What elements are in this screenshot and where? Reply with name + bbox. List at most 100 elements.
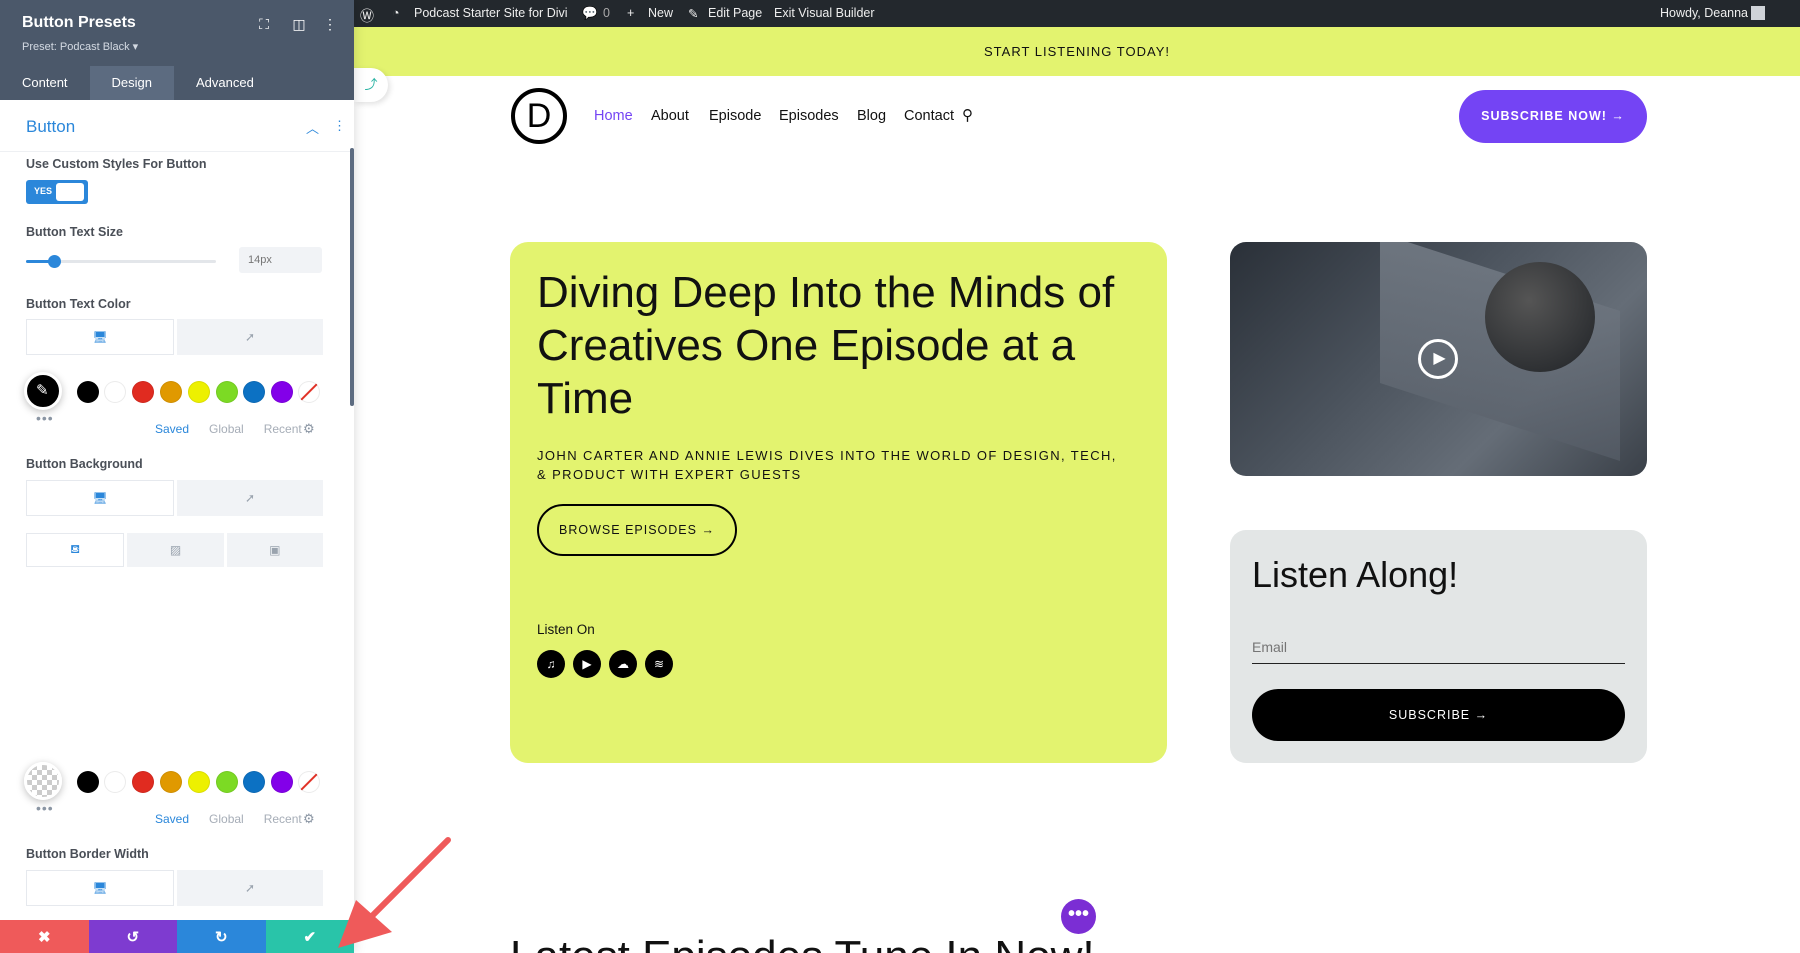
comment-count[interactable]: 0 [603,6,610,20]
toggle-label: YES [34,186,53,196]
subscribe-button[interactable]: SUBSCRIBE → [1252,689,1625,741]
listen-on-label: Listen On [537,622,595,637]
site-name-link[interactable]: Podcast Starter Site for Divi [414,6,568,20]
hero-title: Diving Deep Into the Minds of Creatives … [537,268,1115,423]
color-tabs: Saved Global Recent [155,812,302,826]
chevron-up-icon[interactable]: ︿ [306,118,319,137]
panel-header: Button Presets Preset: Podcast Black ▾ ⛶… [0,0,354,100]
custom-styles-label: Use Custom Styles For Button [26,157,207,171]
spotify-icon[interactable]: ≋ [645,650,673,678]
custom-styles-toggle[interactable]: YES [26,180,88,204]
avatar[interactable] [1751,6,1765,20]
nav-home[interactable]: Home [594,108,633,124]
swatch-purple[interactable] [271,771,293,793]
undo-icon[interactable]: ↺ [88,920,177,953]
search-icon[interactable]: ⚲ [962,106,973,124]
swatch-orange[interactable] [160,381,182,403]
text-size-slider[interactable] [26,255,216,268]
comments-icon[interactable]: 💬 [582,6,598,21]
nav-contact[interactable]: Contact [904,108,954,124]
color-tab-global[interactable]: Global [209,812,244,826]
more-swatches-icon[interactable]: ••• [36,410,54,426]
tab-design[interactable]: Design [89,66,175,100]
no-color-icon[interactable] [298,771,320,793]
plus-icon: + [627,6,635,20]
desktop-icon[interactable]: 🖥 [26,319,174,355]
nav-episodes[interactable]: Episodes [779,108,839,124]
split-view-icon[interactable]: ◫ [291,16,307,32]
swatch-blue[interactable] [243,771,265,793]
gear-icon[interactable]: ⚙ [303,421,315,437]
swatch-blue[interactable] [243,381,265,403]
desktop-icon[interactable]: 🖥 [26,870,174,906]
browse-episodes-button[interactable]: BROWSE EPISODES → [537,504,737,556]
swatch-orange[interactable] [160,771,182,793]
panel-scrollbar[interactable] [350,148,354,406]
panel-title: Button Presets [22,14,136,31]
swatch-black[interactable] [77,381,99,403]
transparent-color-picker[interactable] [24,762,62,800]
tab-advanced[interactable]: Advanced [174,66,276,100]
builder-menu-icon[interactable]: ••• [1061,899,1096,934]
color-tab-recent[interactable]: Recent [264,422,302,436]
more-swatches-icon[interactable]: ••• [36,800,54,816]
no-color-icon[interactable] [298,381,320,403]
slider-handle[interactable] [48,255,61,268]
background-type-bar: ⛾ ▨ ▣ [26,533,323,567]
hero-subtitle: JOHN CARTER AND ANNIE LEWIS DIVES INTO T… [537,448,1117,482]
redo-icon[interactable]: ↻ [177,920,266,953]
wordpress-logo-icon[interactable]: Ⓦ [360,6,374,26]
swatch-white[interactable] [104,381,126,403]
text-size-label: Button Text Size [26,225,123,239]
swatch-green[interactable] [216,771,238,793]
more-options-icon[interactable]: ⋮ [322,16,338,32]
settings-panel: Button Presets Preset: Podcast Black ▾ ⛶… [0,0,354,953]
exit-builder-link[interactable]: Exit Visual Builder [774,6,875,20]
collapse-panel-icon[interactable]: ⤴ [354,68,388,102]
swatch-white[interactable] [104,771,126,793]
color-tab-global[interactable]: Global [209,422,244,436]
hover-cursor-icon[interactable]: ➚ [177,480,323,516]
soundcloud-icon[interactable]: ☁ [609,650,637,678]
play-icon[interactable]: ▶ [1418,339,1458,379]
color-tab-saved[interactable]: Saved [155,812,189,826]
color-tab-saved[interactable]: Saved [155,422,189,436]
subscribe-now-button[interactable]: SUBSCRIBE NOW! → [1459,90,1647,143]
fullscreen-icon[interactable]: ⛶ [256,16,272,32]
preset-dropdown[interactable]: Preset: Podcast Black ▾ [22,40,138,53]
color-tab-recent[interactable]: Recent [264,812,302,826]
image-icon[interactable]: ▣ [226,533,323,567]
close-icon[interactable]: ✖ [0,920,89,953]
desktop-icon[interactable]: 🖥 [26,480,174,516]
nav-episode[interactable]: Episode [709,108,761,124]
howdy-user[interactable]: Howdy, Deanna [1660,6,1748,20]
swatch-purple[interactable] [271,381,293,403]
nav-about[interactable]: About [651,108,689,124]
section-more-icon[interactable]: ⋮ [333,118,346,134]
hover-cursor-icon[interactable]: ➚ [177,319,323,355]
new-link[interactable]: New [648,6,673,20]
email-field[interactable] [1252,630,1625,664]
gear-icon[interactable]: ⚙ [303,811,315,827]
gradient-icon[interactable]: ▨ [127,533,224,567]
video-player[interactable]: ▶ [1230,242,1647,476]
swatch-green[interactable] [216,381,238,403]
button-section-header[interactable]: Button ︿ ⋮ [0,100,354,152]
save-icon[interactable]: ✔ [265,920,354,953]
eyedropper-icon[interactable]: ✎ [24,372,62,410]
swatch-yellow[interactable] [188,771,210,793]
hover-cursor-icon[interactable]: ➚ [177,870,323,906]
music-icon[interactable]: ♫ [537,650,565,678]
swatch-yellow[interactable] [188,381,210,403]
swatch-black[interactable] [77,771,99,793]
nav-blog[interactable]: Blog [857,108,886,124]
tab-content[interactable]: Content [0,66,90,100]
swatch-red[interactable] [132,381,154,403]
paint-bucket-icon[interactable]: ⛾ [26,533,125,567]
edit-page-link[interactable]: Edit Page [708,6,762,20]
text-size-input[interactable] [239,247,322,273]
site-logo[interactable]: D [511,88,567,144]
swatch-red[interactable] [132,771,154,793]
youtube-icon[interactable]: ▶ [573,650,601,678]
border-width-mode-bar: 🖥 ➚ [26,870,323,906]
